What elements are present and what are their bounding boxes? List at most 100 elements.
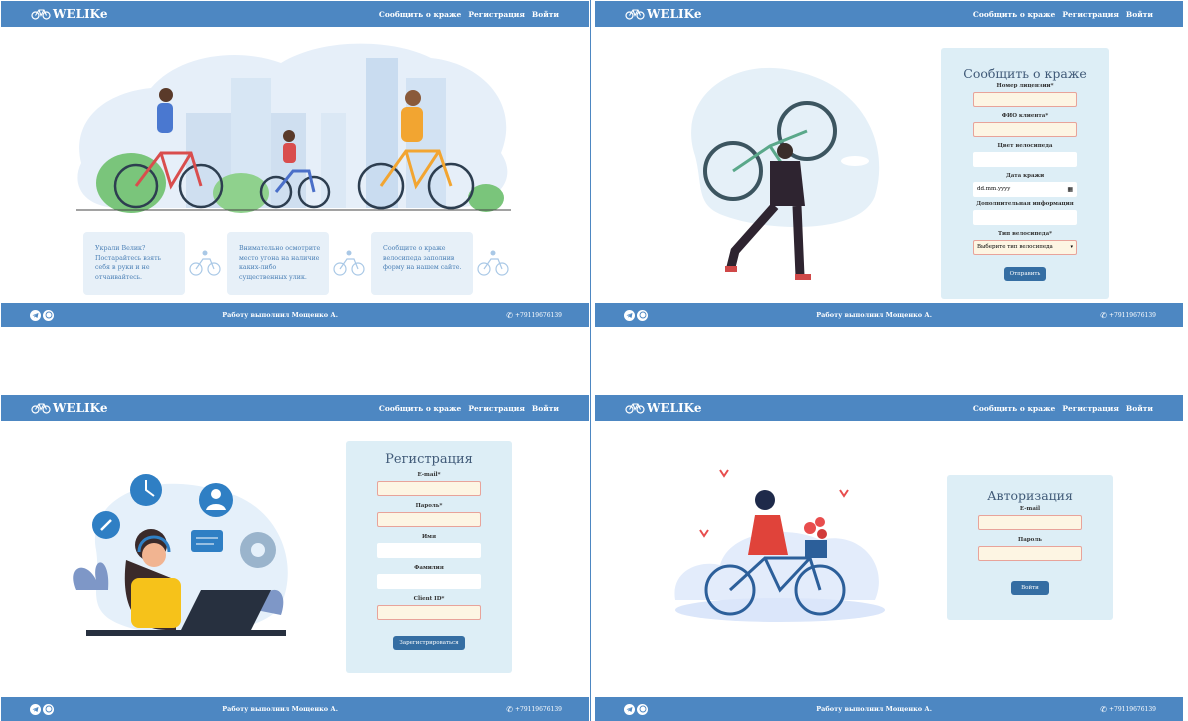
thief-carrying-bike-illustration	[691, 67, 880, 280]
last-name-label: Фамилия	[414, 565, 444, 571]
whatsapp-icon[interactable]	[43, 309, 54, 321]
brand-logo[interactable]: WELIKe	[625, 401, 701, 415]
navbar: WELIKe Сообщить о краже Регистрация Войт…	[1, 1, 589, 27]
registration-screen: WELIKe Сообщить о краже Регистрация Войт…	[1, 395, 589, 721]
footer: Работу выполнил Мощенко А. ✆ +79119676139	[1, 303, 589, 327]
footer-credit: Работу выполнил Мощенко А.	[816, 705, 932, 713]
phone-icon: ✆	[506, 310, 513, 320]
nav-register-link[interactable]: Регистрация	[468, 404, 525, 413]
tip-card-3: Сообщите о краже велосипеда заполнив фор…	[371, 232, 473, 295]
password-input[interactable]	[377, 512, 481, 527]
login-email-label: E-mail	[1019, 506, 1041, 512]
theft-date-input[interactable]: dd.mm.yyyy ▦	[973, 182, 1077, 197]
woman-cycling-illustration	[674, 469, 885, 622]
theft-date-value: dd.mm.yyyy	[977, 186, 1011, 192]
navbar: WELIKe Сообщить о краже Регистрация Войт…	[1, 395, 589, 421]
client-name-input[interactable]	[973, 122, 1077, 137]
report-form-title: Сообщить о краже	[963, 66, 1087, 81]
register-button[interactable]: Зарегистрироваться	[393, 636, 465, 650]
bike-logo-icon	[31, 9, 51, 20]
tip-card-2: Внимательно осмотрите место угона на нал…	[227, 232, 329, 295]
login-form-title: Авторизация	[987, 488, 1073, 503]
login-password-label: Пароль	[1018, 537, 1042, 543]
footer-phone[interactable]: ✆ +79119676139	[506, 705, 562, 714]
submit-report-button[interactable]: Отправить	[1003, 267, 1047, 281]
footer-credit: Работу выполнил Мощенко А.	[222, 705, 338, 713]
nav-register-link[interactable]: Регистрация	[468, 10, 525, 19]
footer-phone[interactable]: ✆ +79119676139	[506, 311, 562, 320]
navbar: WELIKe Сообщить о краже Регистрация Войт…	[595, 395, 1183, 421]
brand-name: WELIKe	[53, 7, 108, 21]
phone-icon: ✆	[506, 704, 513, 714]
calendar-icon[interactable]: ▦	[1067, 183, 1073, 196]
brand-logo[interactable]: WELIKe	[625, 7, 701, 21]
home-screen: WELIKe Сообщить о краже Регистрация Войт…	[1, 1, 589, 327]
login-button[interactable]: Войти	[1011, 581, 1049, 595]
login-email-input[interactable]	[978, 515, 1082, 530]
login-password-input[interactable]	[978, 546, 1082, 561]
nav-login-link[interactable]: Войти	[532, 404, 559, 413]
whatsapp-icon[interactable]	[637, 309, 648, 321]
tip-text-1: Украли Велик? Постарайтесь взять себя в …	[95, 245, 162, 281]
bike-type-select[interactable]: Выберите тип велосипеда ▾	[973, 240, 1077, 255]
nav-login-link[interactable]: Войти	[532, 10, 559, 19]
email-label: E-mail*	[417, 472, 441, 478]
extra-info-label: Дополнительная информация	[976, 201, 1074, 207]
footer-phone[interactable]: ✆ +79119676139	[1100, 705, 1156, 714]
footer-phone[interactable]: ✆ +79119676139	[1100, 311, 1156, 320]
brand-logo[interactable]: WELIKe	[31, 401, 107, 415]
phone-icon: ✆	[1100, 704, 1107, 714]
telegram-icon[interactable]	[30, 309, 41, 321]
tip-card-1: Украли Велик? Постарайтесь взять себя в …	[83, 232, 185, 295]
nav-report-link[interactable]: Сообщить о краже	[973, 404, 1055, 413]
nav-register-link[interactable]: Регистрация	[1062, 404, 1119, 413]
chevron-down-icon: ▾	[1070, 244, 1073, 250]
telegram-icon[interactable]	[624, 309, 635, 321]
support-operator-illustration	[73, 474, 288, 636]
client-id-label: Client ID*	[413, 596, 445, 602]
password-label: Пароль*	[415, 503, 443, 509]
nav-report-link[interactable]: Сообщить о краже	[379, 10, 461, 19]
nav-register-link[interactable]: Регистрация	[1062, 10, 1119, 19]
report-form-card: Сообщить о краже Номер лицензии* ФИО кли…	[941, 48, 1109, 299]
telegram-icon[interactable]	[624, 703, 635, 715]
nav-report-link[interactable]: Сообщить о краже	[973, 10, 1055, 19]
bike-type-label: Тип велосипеда*	[997, 231, 1053, 237]
first-name-label: Имя	[421, 534, 437, 540]
nav-report-link[interactable]: Сообщить о краже	[379, 404, 461, 413]
family-cycling-illustration	[76, 43, 511, 213]
navbar: WELIKe Сообщить о краже Регистрация Войт…	[595, 1, 1183, 27]
tip-text-2: Внимательно осмотрите место угона на нал…	[239, 245, 321, 281]
brand-name: WELIKe	[53, 401, 108, 415]
brand-name: WELIKe	[647, 401, 702, 415]
footer-credit: Работу выполнил Мощенко А.	[816, 311, 932, 319]
tip-text-3: Сообщите о краже велосипеда заполнив фор…	[383, 245, 462, 271]
license-label: Номер лицензии*	[996, 83, 1054, 89]
theft-date-label: Дата кражи	[1005, 173, 1045, 179]
last-name-input[interactable]	[377, 574, 481, 589]
bike-logo-icon	[31, 403, 51, 414]
nav-login-link[interactable]: Войти	[1126, 404, 1153, 413]
whatsapp-icon[interactable]	[43, 703, 54, 715]
nav-login-link[interactable]: Войти	[1126, 10, 1153, 19]
bike-type-value: Выберите тип велосипеда	[977, 244, 1053, 250]
registration-form-card: Регистрация E-mail* Пароль* Имя Фамилия …	[346, 441, 512, 673]
phone-number: +79119676139	[514, 705, 562, 713]
footer: Работу выполнил Мощенко А. ✆ +79119676139	[1, 697, 589, 721]
bike-logo-icon	[625, 9, 645, 20]
client-id-input[interactable]	[377, 605, 481, 620]
brand-name: WELIKe	[647, 7, 702, 21]
extra-info-input[interactable]	[973, 210, 1077, 225]
brand-logo[interactable]: WELIKe	[31, 7, 107, 21]
phone-icon: ✆	[1100, 310, 1107, 320]
bike-color-input[interactable]	[973, 152, 1077, 167]
cyclist-icon-1	[189, 250, 221, 276]
email-input[interactable]	[377, 481, 481, 496]
license-input[interactable]	[973, 92, 1077, 107]
whatsapp-icon[interactable]	[637, 703, 648, 715]
phone-number: +79119676139	[1108, 311, 1156, 319]
telegram-icon[interactable]	[30, 703, 41, 715]
first-name-input[interactable]	[377, 543, 481, 558]
registration-form-title: Регистрация	[385, 452, 473, 467]
cyclist-icon-3	[477, 250, 509, 276]
